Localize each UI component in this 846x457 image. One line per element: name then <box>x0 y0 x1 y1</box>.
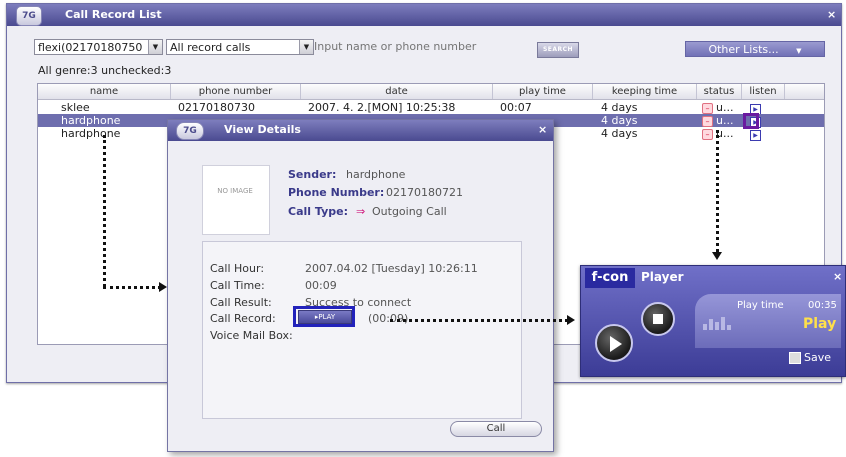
chevron-down-icon: ▼ <box>796 47 802 55</box>
table-row[interactable]: sklee 02170180730 2007. 4. 2.[MON] 10:25… <box>38 101 824 115</box>
status-text: u... <box>716 101 734 114</box>
column-header-status[interactable]: status <box>697 84 742 99</box>
player-title: Player <box>641 270 684 284</box>
sender-value: hardphone <box>346 168 406 181</box>
no-image-text: NO IMAGE <box>217 187 253 195</box>
arrow-down-icon <box>712 252 722 260</box>
table-header: name phone number date play time keeping… <box>38 84 824 100</box>
no-image-icon: NO IMAGE <box>202 165 270 235</box>
callout-line <box>103 286 161 289</box>
save-label: Save <box>804 351 832 364</box>
status-unchecked-icon: – <box>702 128 713 140</box>
call-record-label: Call Record: <box>210 312 276 325</box>
dialog-title: View Details <box>224 123 301 136</box>
play-icon <box>610 336 622 352</box>
fcon-logo: f-con <box>585 268 635 288</box>
callout-line <box>716 130 719 252</box>
voicemail-label: Voice Mail Box: <box>210 329 293 342</box>
arrow-right-icon <box>159 282 167 292</box>
calltype-select-value: All record calls <box>170 41 251 54</box>
close-icon[interactable]: × <box>538 123 547 136</box>
other-lists-label: Other Lists... <box>708 43 779 56</box>
save-icon <box>789 352 801 364</box>
listen-highlight-box <box>743 113 759 129</box>
player-play-button[interactable] <box>595 324 633 362</box>
cell-keeping-time: 4 days <box>601 127 638 140</box>
cell-listen: ▶ <box>750 127 761 141</box>
cell-name: hardphone <box>61 114 121 127</box>
column-header-phone[interactable]: phone number <box>171 84 301 99</box>
arrow-right-icon <box>567 315 575 325</box>
other-lists-dropdown[interactable]: Other Lists... ▼ <box>685 41 825 57</box>
call-type-value: Outgoing Call <box>372 205 447 218</box>
callout-line <box>390 319 568 322</box>
equalizer-icon <box>703 316 737 330</box>
main-titlebar[interactable]: 7G Call Record List × <box>7 4 841 26</box>
call-time-label: Call Time: <box>210 279 265 292</box>
summary-text: All genre:3 unchecked:3 <box>38 64 172 77</box>
sender-label: Sender: <box>288 168 337 181</box>
close-icon[interactable]: × <box>827 8 836 21</box>
user-select[interactable]: flexi(02170180750 ▼ <box>34 39 163 55</box>
column-header-listen[interactable]: listen <box>742 84 785 99</box>
listen-play-icon[interactable]: ▶ <box>750 130 761 141</box>
window-title: Call Record List <box>65 8 162 21</box>
search-button[interactable]: SEARCH <box>537 42 579 58</box>
column-header-name[interactable]: name <box>38 84 171 99</box>
player-stop-button[interactable] <box>641 302 675 336</box>
phone-number-value: 02170180721 <box>386 186 463 199</box>
details-titlebar[interactable]: 7G View Details × <box>168 120 553 141</box>
chevron-down-icon[interactable]: ▼ <box>148 40 162 54</box>
column-header-play-time[interactable]: play time <box>493 84 593 99</box>
app-logo-icon: 7G <box>16 6 42 26</box>
call-result-label: Call Result: <box>210 296 272 309</box>
cell-name: hardphone <box>61 127 121 140</box>
cell-date: 2007. 4. 2.[MON] 10:25:38 <box>308 101 456 114</box>
play-highlight-box <box>293 306 355 327</box>
cell-status: – u... <box>702 101 733 114</box>
play-status: Play <box>803 316 837 332</box>
arrow-right-icon: ⇒ <box>356 205 366 218</box>
cell-keeping-time: 4 days <box>601 114 638 127</box>
call-hour-label: Call Hour: <box>210 262 265 275</box>
status-unchecked-icon: – <box>702 102 713 114</box>
play-time-value: 00:35 <box>808 300 837 311</box>
save-button[interactable]: Save <box>789 351 831 364</box>
call-hour-value: 2007.04.02 [Tuesday] 10:26:11 <box>305 262 478 275</box>
status-unchecked-icon: – <box>702 115 713 127</box>
cell-play-time: 00:07 <box>500 101 532 114</box>
user-select-value: flexi(02170180750 <box>38 41 143 54</box>
search-input[interactable] <box>314 38 530 54</box>
cell-status: – u... <box>702 114 733 127</box>
column-header-keeping-time[interactable]: keeping time <box>593 84 697 99</box>
view-details-dialog: 7G View Details × NO IMAGE Sender: hardp… <box>167 119 554 452</box>
app-logo-icon: 7G <box>176 122 204 140</box>
cell-phone: 02170180730 <box>178 101 255 114</box>
close-icon[interactable]: × <box>833 270 842 283</box>
cell-keeping-time: 4 days <box>601 101 638 114</box>
call-type-label: Call Type: <box>288 205 348 218</box>
calltype-select[interactable]: All record calls ▼ <box>166 39 314 55</box>
status-text: u... <box>716 114 734 127</box>
call-button[interactable]: Call <box>450 421 542 437</box>
cell-name: sklee <box>61 101 90 114</box>
stop-icon <box>653 314 663 324</box>
play-time-label: Play time <box>737 300 784 311</box>
phone-number-label: Phone Number: <box>288 186 385 199</box>
callout-line <box>103 135 106 287</box>
player-display: Play time 00:35 Play <box>695 294 841 348</box>
fcon-player: f-con Player × Play time 00:35 Play Save <box>580 265 846 377</box>
column-header-date[interactable]: date <box>301 84 493 99</box>
chevron-down-icon[interactable]: ▼ <box>299 40 313 54</box>
call-time-value: 00:09 <box>305 279 337 292</box>
